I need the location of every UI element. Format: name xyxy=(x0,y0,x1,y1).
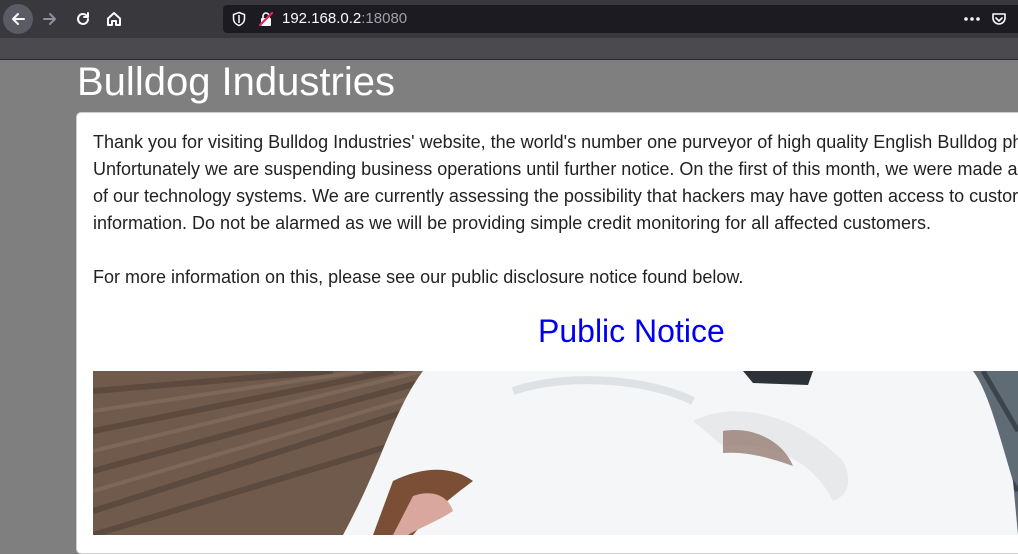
back-button[interactable] xyxy=(3,4,33,34)
intro-line-4: information. Do not be alarmed as we wil… xyxy=(93,213,932,233)
intro-line-2: Unfortunately we are suspending business… xyxy=(93,159,1018,179)
reload-icon xyxy=(77,12,89,25)
pocket-icon[interactable] xyxy=(991,11,1007,27)
insecure-lock-icon[interactable] xyxy=(258,11,274,27)
toolbar-strip xyxy=(0,38,1018,60)
intro-line-3: of our technology systems. We are curren… xyxy=(93,186,1018,206)
intro-line-1: Thank you for visiting Bulldog Industrie… xyxy=(93,132,1018,152)
more-actions-icon[interactable] xyxy=(963,11,981,27)
home-button[interactable] xyxy=(99,4,129,34)
home-icon xyxy=(107,12,121,26)
url-host: 192.168.0.2 xyxy=(282,10,362,27)
tracking-shield-icon[interactable] xyxy=(231,11,247,27)
disclosure-paragraph: For more information on this, please see… xyxy=(93,267,744,287)
forward-button[interactable] xyxy=(35,4,65,34)
public-notice-link[interactable]: Public Notice xyxy=(538,311,725,351)
back-arrow-icon xyxy=(12,13,25,25)
url-bar[interactable]: 192.168.0.2:18080 xyxy=(223,5,1018,33)
bulldog-image xyxy=(93,371,1018,535)
intro-paragraph: Thank you for visiting Bulldog Industrie… xyxy=(93,129,1018,237)
forward-arrow-icon xyxy=(43,13,56,25)
url-text[interactable]: 192.168.0.2:18080 xyxy=(282,10,407,28)
url-port: :18080 xyxy=(361,10,408,27)
reload-button[interactable] xyxy=(68,4,98,34)
browser-toolbar: 192.168.0.2:18080 xyxy=(0,0,1018,38)
page-title: Bulldog Industries xyxy=(77,60,395,104)
